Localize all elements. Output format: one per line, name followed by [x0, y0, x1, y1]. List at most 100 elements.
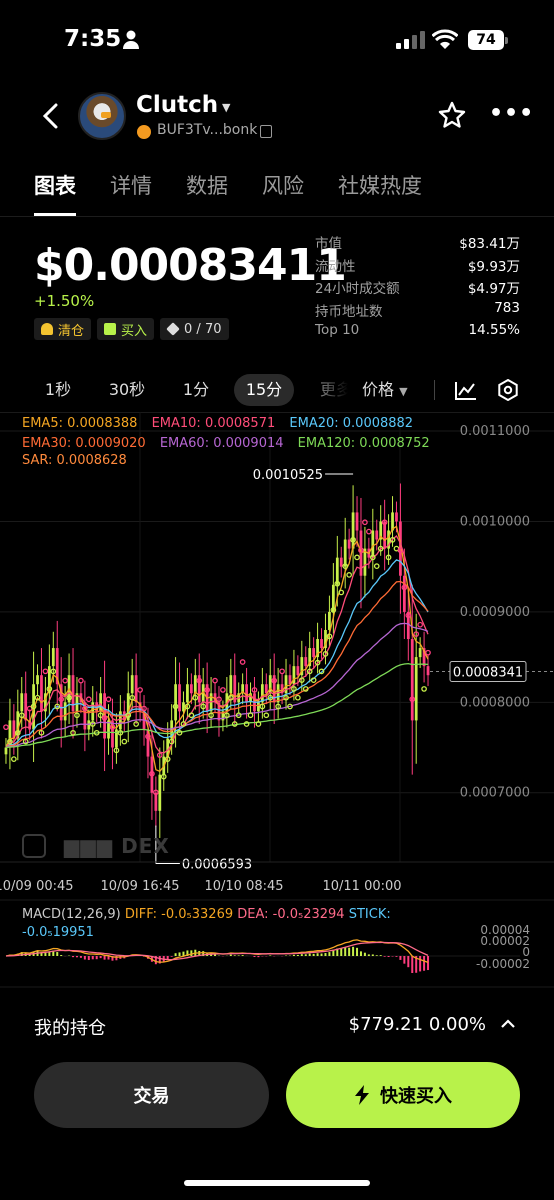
- tab-details[interactable]: 详情: [110, 170, 152, 210]
- legend-ema60: EMA60: 0.0009014: [159, 436, 284, 451]
- stat-holders: 持币地址数 783: [315, 299, 520, 320]
- candle-body: [335, 557, 339, 585]
- wallet-icon: [104, 323, 117, 335]
- candle-body: [4, 747, 8, 755]
- chevron-up-icon[interactable]: [500, 1016, 516, 1032]
- sar-legend: SAR: 0.0008628: [22, 453, 137, 468]
- chart-settings-icon[interactable]: [497, 379, 519, 401]
- trade-button[interactable]: 交易: [34, 1062, 269, 1128]
- candle-body: [233, 675, 237, 703]
- back-arrow-icon[interactable]: [40, 102, 62, 130]
- current-price-label: 0.0008341: [453, 665, 523, 680]
- y-tick-label: 0.0009000: [460, 605, 530, 620]
- sar-dot: [247, 712, 254, 719]
- fit-screen-icon[interactable]: [22, 834, 46, 858]
- legend-ema10: EMA10: 0.0008571: [151, 416, 276, 431]
- legend-ema20: EMA20: 0.0008882: [289, 416, 414, 431]
- dropdown-caret-icon[interactable]: ▼: [222, 101, 230, 114]
- diamond-icon: [166, 322, 180, 336]
- sar-dot: [373, 563, 380, 569]
- candle-body: [193, 675, 197, 694]
- candle-body: [371, 530, 375, 558]
- holdings-label: 我的持仓: [34, 1018, 106, 1039]
- candle-body: [395, 512, 398, 522]
- interval-1s[interactable]: 1秒: [36, 374, 80, 406]
- current-price: $0.00083411: [34, 240, 347, 291]
- quick-buy-label: 快速买入: [380, 1086, 452, 1107]
- clear-label: 清仓: [58, 323, 85, 339]
- candle-body: [339, 557, 343, 567]
- macd-legend: MACD(12,26,9) DIFF: -0.0₅33269 DEA: -0.0…: [22, 907, 391, 940]
- low-label: 0.0006593: [182, 858, 252, 873]
- home-indicator: [184, 1180, 370, 1186]
- action-badges: 清仓 买入 0 / 70: [34, 318, 229, 340]
- candle-body: [63, 702, 67, 721]
- x-tick-label: 10/11 00:00: [322, 879, 401, 894]
- token-avatar: [78, 92, 126, 140]
- tab-social[interactable]: 社媒热度: [338, 170, 422, 210]
- sar-dot: [62, 677, 68, 684]
- legend-ema120: EMA120: 0.0008752: [297, 436, 430, 451]
- status-time: 7:35: [64, 26, 122, 52]
- candle-body: [158, 774, 162, 811]
- sar-dot: [295, 694, 301, 701]
- stat-liquidity: 流动性 $9.93万: [315, 258, 520, 275]
- more-options-icon[interactable]: •••: [489, 101, 534, 126]
- macd-dea-line: [5, 941, 429, 961]
- candle-body: [383, 521, 387, 549]
- interval-bar: 1秒 30秒 1分 15分 更多 价格 ▼: [0, 374, 554, 406]
- person-icon: [123, 30, 139, 49]
- my-holdings-row[interactable]: 我的持仓 $779.21 0.00%: [0, 1010, 554, 1040]
- score-badge[interactable]: 0 / 70: [160, 318, 229, 340]
- tab-data[interactable]: 数据: [186, 170, 228, 210]
- tab-risk[interactable]: 风险: [262, 170, 304, 210]
- candle-body: [174, 684, 177, 721]
- candle-body: [343, 539, 347, 567]
- quick-buy-button[interactable]: 快速买入: [286, 1062, 520, 1128]
- y-tick-label: 0.0011000: [460, 424, 530, 439]
- status-bar: 7:35 74: [0, 0, 554, 80]
- tab-chart[interactable]: 图表: [34, 170, 76, 216]
- candle-body: [36, 675, 39, 685]
- candle-body: [304, 657, 308, 667]
- interval-1m[interactable]: 1分: [174, 374, 218, 406]
- y-tick-label: 0.0007000: [460, 786, 530, 801]
- clear-position-badge[interactable]: 清仓: [34, 318, 92, 340]
- sar-dot: [263, 712, 270, 719]
- token-name[interactable]: Clutch: [136, 92, 218, 118]
- tab-divider: [0, 216, 554, 217]
- legend-ema30: EMA30: 0.0009020: [22, 436, 146, 451]
- hat-icon: [41, 323, 53, 335]
- interval-30s[interactable]: 30秒: [100, 374, 154, 406]
- stat-market-cap: 市值 $83.41万: [315, 236, 520, 252]
- candle-body: [312, 648, 316, 658]
- candle-body: [426, 666, 430, 676]
- candle-body: [410, 639, 414, 721]
- x-tick-label: 10/09 00:45: [0, 879, 74, 894]
- ema-legend-row1: EMA5: 0.0008388 EMA10: 0.0008571 EMA20: …: [22, 416, 423, 431]
- sar-dot: [85, 696, 92, 703]
- candle-body: [178, 684, 181, 712]
- candle-body: [186, 684, 189, 703]
- high-label: 0.0010525: [253, 468, 323, 483]
- candle-body: [355, 512, 359, 531]
- sar-dot: [417, 621, 423, 628]
- candle-body: [51, 648, 55, 667]
- candle-body: [150, 756, 154, 793]
- indicators-icon[interactable]: [455, 380, 477, 400]
- buy-badge[interactable]: 买入: [97, 318, 155, 340]
- candle-body: [245, 684, 248, 703]
- wifi-icon: [432, 29, 458, 49]
- candle-body: [414, 657, 418, 721]
- copy-icon[interactable]: [260, 125, 272, 138]
- sar-dot: [42, 668, 49, 675]
- price-type-dropdown[interactable]: 价格 ▼: [362, 374, 408, 406]
- interval-15m[interactable]: 15分: [234, 374, 294, 406]
- macd-tick-label: -0.00002: [476, 957, 530, 971]
- y-tick-label: 0.0010000: [460, 514, 530, 529]
- star-icon[interactable]: [438, 101, 466, 129]
- chain-icon: [137, 125, 151, 139]
- x-tick-label: 10/09 16:45: [100, 879, 179, 894]
- stat-top10: Top 10 14.55%: [315, 322, 520, 338]
- candle-body: [418, 648, 422, 658]
